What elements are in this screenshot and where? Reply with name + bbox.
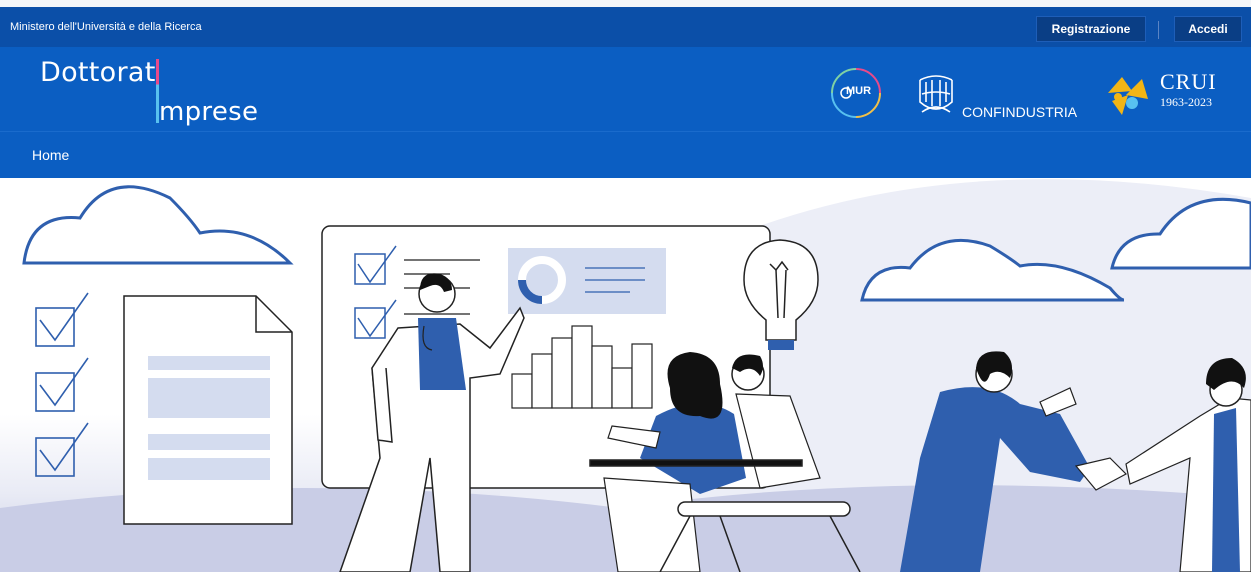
login-button[interactable]: Accedi [1174,16,1242,42]
checkbox-list-icon [35,292,89,477]
hero-illustration [0,178,1251,572]
nav-home-link[interactable]: Home [32,147,69,163]
crui-logo-years: 1963-2023 [1160,95,1212,109]
crui-logo-label: CRUI [1160,69,1217,94]
logo-text-imprese: mprese [159,97,259,127]
main-nav: Home [0,131,1251,178]
logo-text-dottorati: Dottorat [40,57,156,88]
teamwork-illustration [0,179,1251,572]
crui-logo-icon[interactable] [1102,69,1154,121]
top-bar: Ministero dell'Università e della Ricerc… [0,0,1251,47]
ministry-link[interactable]: Ministero dell'Università e della Ricerc… [10,21,202,33]
mur-logo-label: MUR [846,85,872,97]
button-divider [1158,21,1159,39]
document-icon [123,295,293,525]
confindustria-logo-label: CONFINDUSTRIA [962,104,1078,120]
brand-header: Dottorat mprese MUR CONFINDUSTRIA CRUI 1… [0,47,1251,131]
register-button[interactable]: Registrazione [1036,16,1146,42]
confindustria-logo-icon[interactable] [914,72,958,118]
